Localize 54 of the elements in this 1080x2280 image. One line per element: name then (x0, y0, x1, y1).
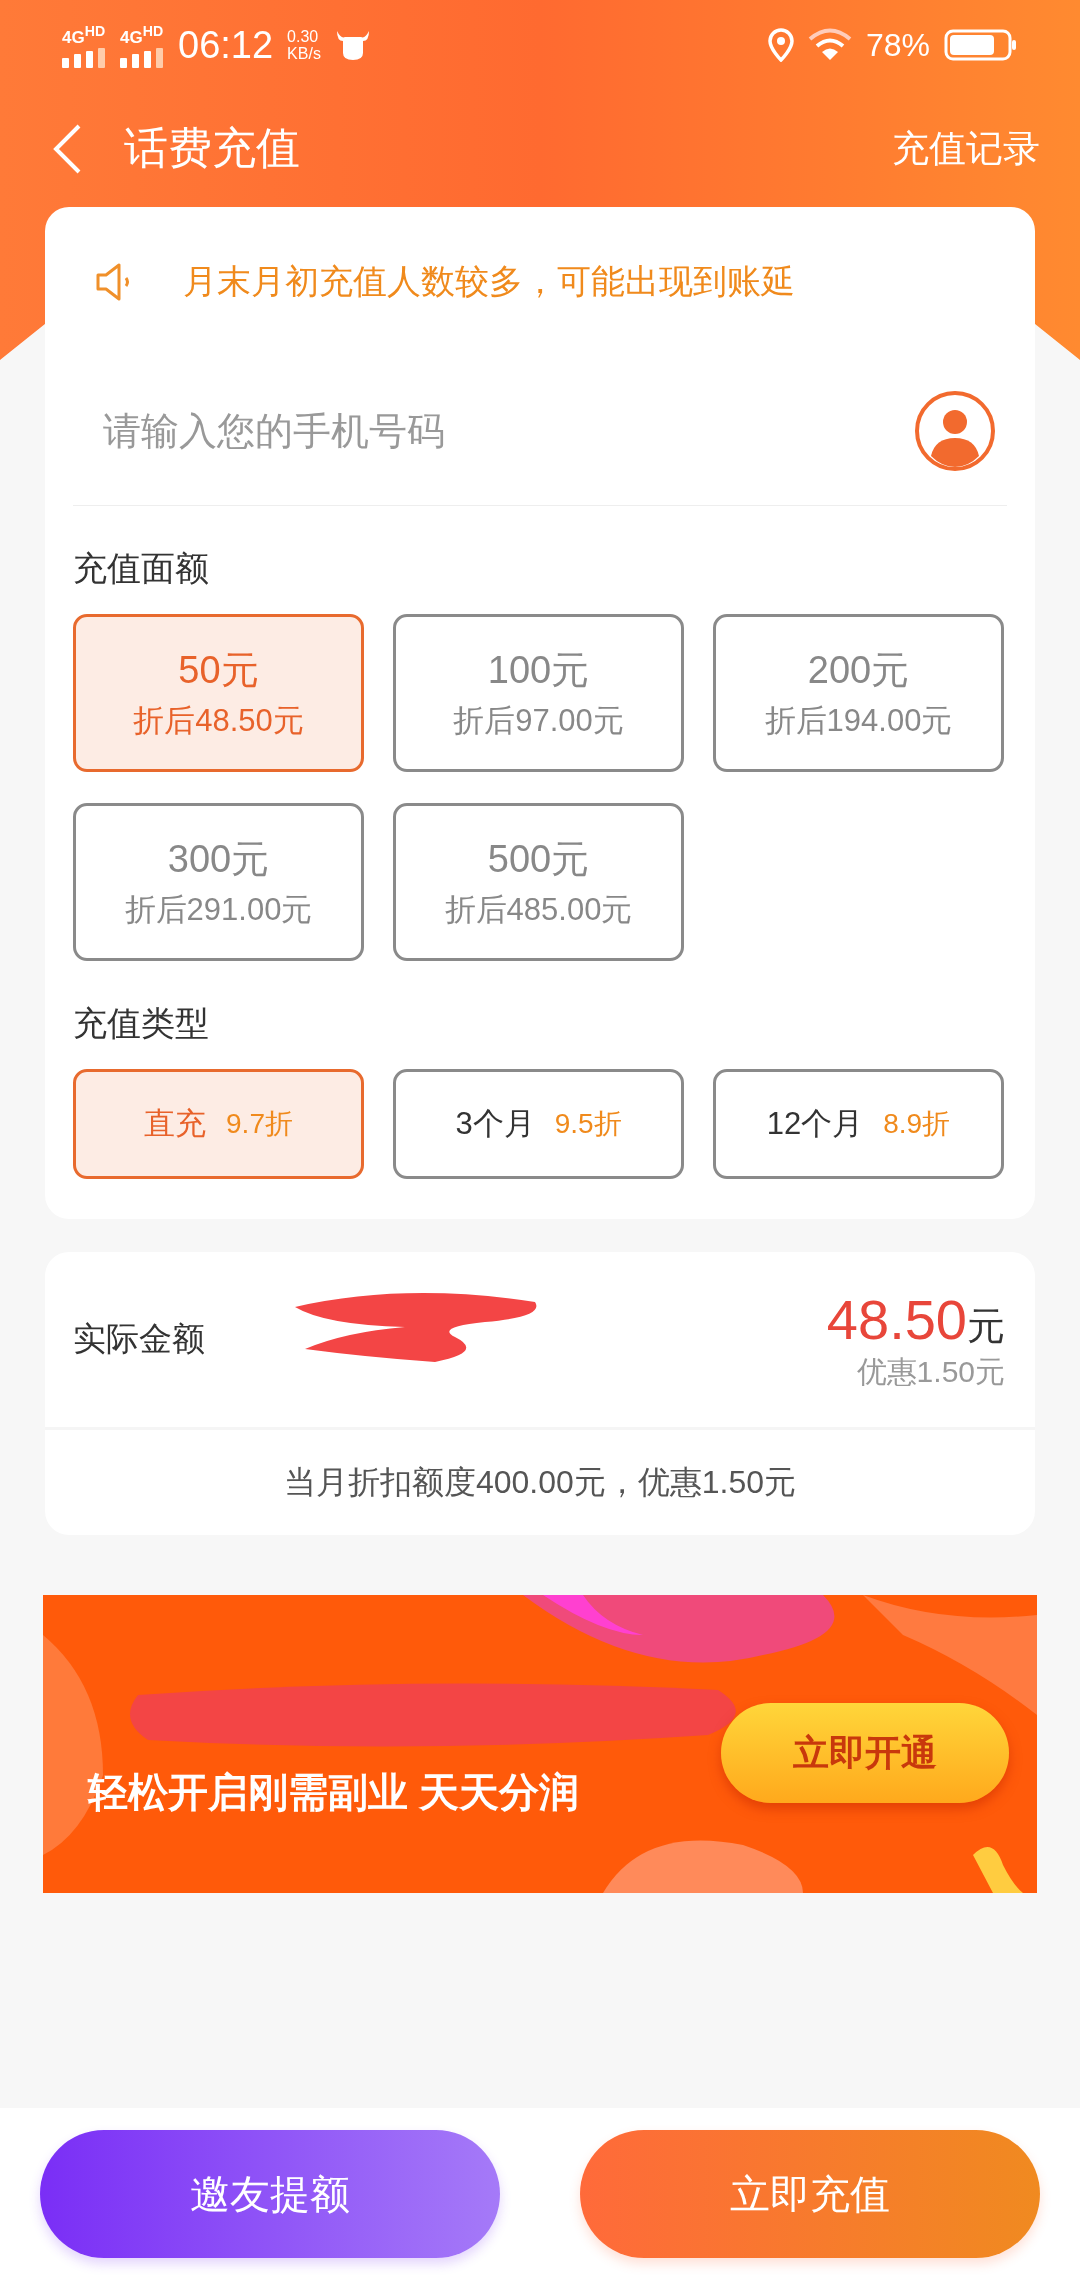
notice-text: 月末月初充值人数较多，可能出现到账延 (183, 261, 795, 302)
type-discount: 9.5折 (554, 1107, 622, 1141)
net-speed: 0.30 (287, 28, 320, 45)
amount-option[interactable]: 200元 折后194.00元 (713, 614, 1004, 772)
clock: 06:12 (178, 23, 274, 67)
discounted-price: 折后48.50元 (133, 701, 304, 740)
battery-icon (944, 29, 1018, 61)
type-option[interactable]: 12个月 8.9折 (713, 1069, 1004, 1179)
amount-option[interactable]: 300元 折后291.00元 (73, 803, 364, 961)
section-label: 充值面额 (73, 548, 210, 589)
discounted-price: 折后485.00元 (444, 890, 633, 929)
wifi-icon (807, 28, 852, 62)
open-now-button[interactable]: 立即开通 (721, 1703, 1009, 1803)
discounted-price: 折后194.00元 (764, 701, 953, 740)
saving-text: 优惠1.50元 (856, 1353, 1005, 1390)
type-name: 直充 (144, 1105, 207, 1143)
invite-button[interactable]: 邀友提额 (40, 2130, 500, 2258)
net-speed-unit: KB/s (287, 45, 321, 62)
contact-icon[interactable] (913, 389, 997, 473)
type-name: 12个月 (766, 1105, 864, 1143)
type-name: 3个月 (455, 1105, 535, 1143)
phone-number-field[interactable]: 请输入您的手机号码 (73, 409, 913, 453)
recharge-history-link[interactable]: 充值记录 (892, 123, 1040, 174)
signal-icon (120, 48, 164, 69)
discount-note: 当月折扣额度400.00元，优惠1.50元 (282, 1462, 798, 1502)
amount-option[interactable]: 100元 折后97.00元 (393, 614, 684, 772)
battery-percent: 78% (865, 26, 930, 64)
amount-text: 100元 (487, 647, 590, 693)
recharge-button[interactable]: 立即充值 (580, 2130, 1040, 2258)
type-discount: 9.7折 (226, 1107, 293, 1141)
type-discount: 8.9折 (883, 1107, 951, 1141)
amount-text: 300元 (167, 836, 270, 882)
amount-text: 500元 (487, 836, 590, 882)
actual-amount-label: 实际金额 (73, 1319, 205, 1359)
type-option[interactable]: 3个月 9.5折 (393, 1069, 684, 1179)
actual-price: 48.50 (826, 1286, 967, 1352)
type-option[interactable]: 直充 9.7折 (73, 1069, 364, 1179)
back-icon[interactable] (52, 122, 82, 175)
bull-icon (334, 29, 371, 61)
signal-icon (62, 48, 106, 69)
location-icon (767, 28, 794, 62)
page-title: 话费充值 (124, 122, 300, 174)
price-unit: 元 (967, 1303, 1005, 1349)
network-type: 4G$^{HD}$ (120, 21, 164, 47)
discounted-price: 折后291.00元 (124, 890, 313, 929)
banner-subtitle: 轻松开启刚需副业 天天分润 (88, 1769, 580, 1816)
amount-text: 50元 (178, 647, 259, 693)
amount-option[interactable]: 500元 折后485.00元 (393, 803, 684, 961)
network-type: 4G$^{HD}$ (62, 21, 106, 47)
section-label: 充值类型 (73, 1003, 210, 1044)
amount-option[interactable]: 50元 折后48.50元 (73, 614, 364, 772)
amount-text: 200元 (807, 647, 910, 693)
promo-banner[interactable]: 轻松开启刚需副业 天天分润 立即开通 (43, 1595, 1037, 1893)
discounted-price: 折后97.00元 (453, 701, 624, 740)
